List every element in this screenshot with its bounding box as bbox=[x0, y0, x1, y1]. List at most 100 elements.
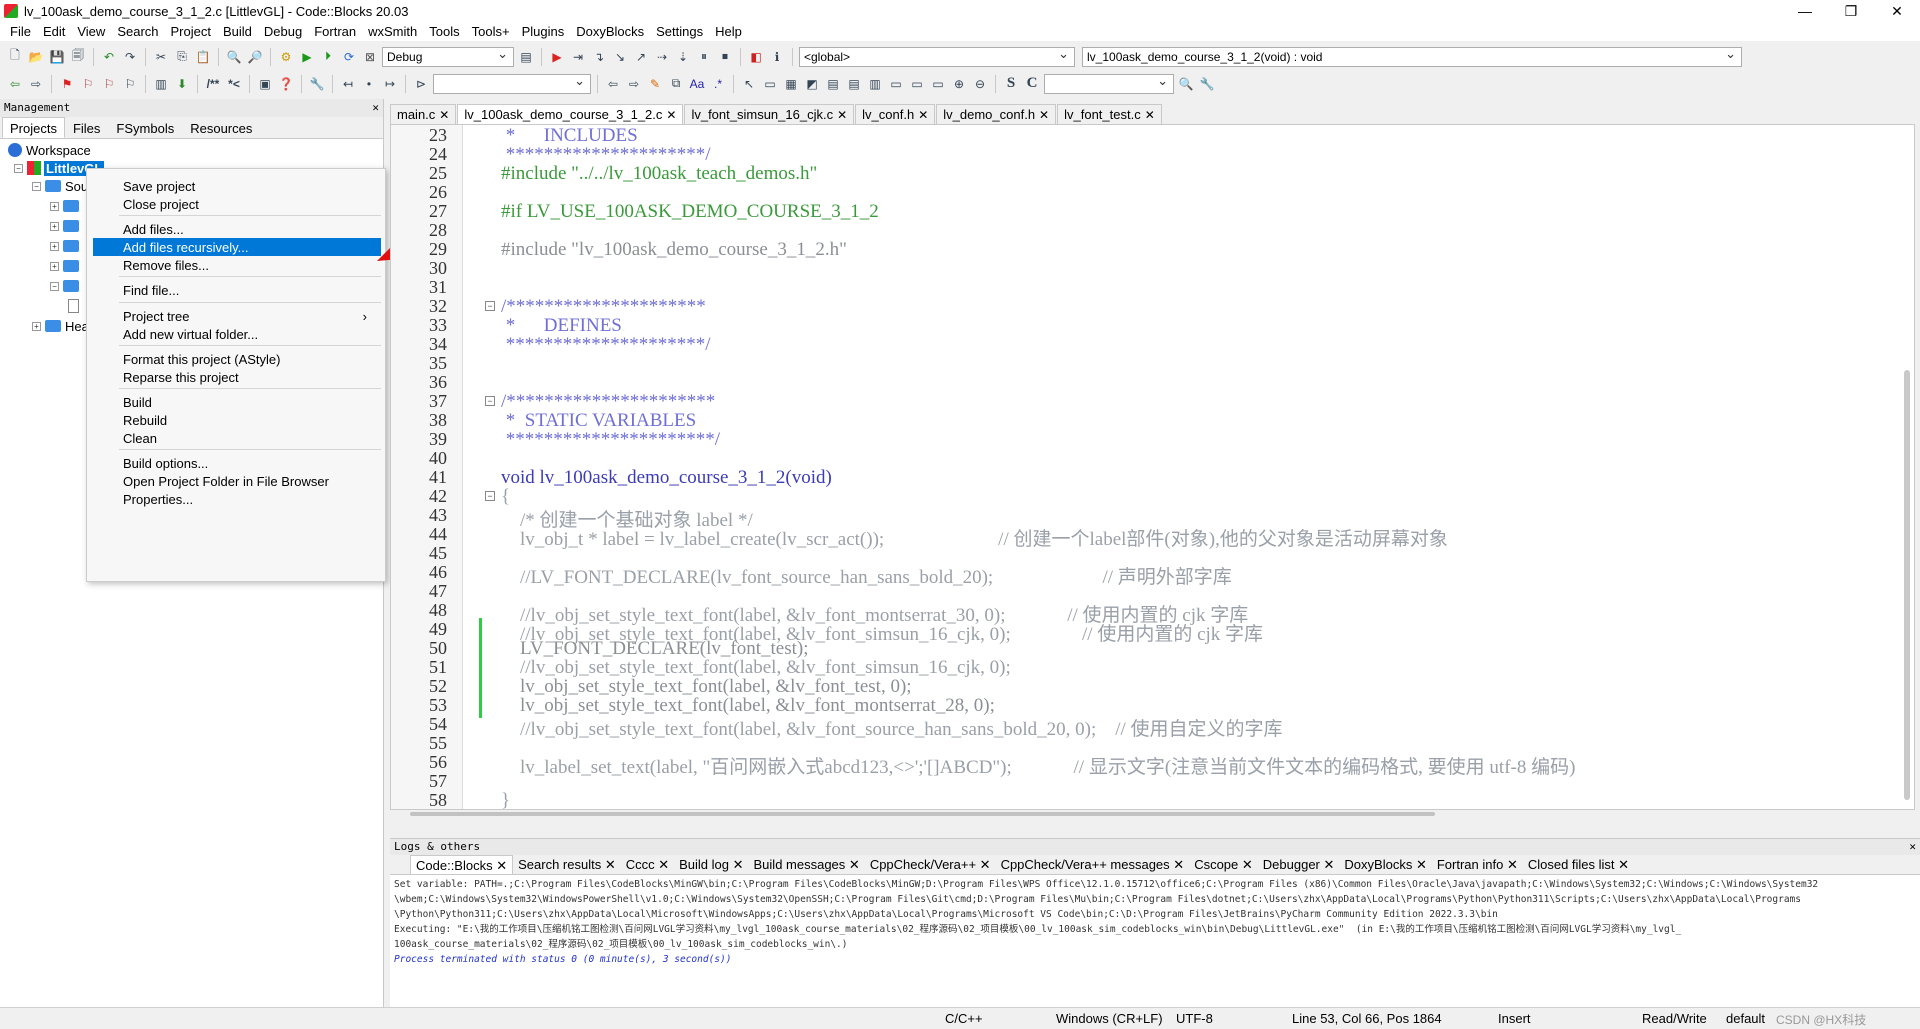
editor-tab[interactable]: lv_demo_conf.h ✕ bbox=[936, 104, 1057, 124]
line-comment-icon[interactable]: *< bbox=[225, 75, 243, 93]
editor-tab[interactable]: lv_100ask_demo_course_3_1_2.c ✕ bbox=[457, 104, 684, 124]
expand-icon[interactable]: + bbox=[50, 261, 59, 271]
logs-tab[interactable]: Closed files list ✕ bbox=[1523, 855, 1634, 874]
layout-4-icon[interactable]: ▤ bbox=[845, 75, 863, 93]
logs-tab[interactable]: Search results ✕ bbox=[513, 855, 621, 874]
doxy-extract-icon[interactable]: ⬇ bbox=[173, 75, 191, 93]
copy-icon[interactable]: ⎘ bbox=[173, 48, 191, 66]
context-menu-item[interactable]: Build bbox=[93, 393, 381, 411]
menu-edit[interactable]: Edit bbox=[37, 24, 71, 39]
workspace-node[interactable]: Workspace bbox=[8, 141, 91, 159]
clear-bookmarks-icon[interactable]: ⚐ bbox=[121, 75, 139, 93]
cut-icon[interactable]: ✂ bbox=[152, 48, 170, 66]
menu-project[interactable]: Project bbox=[165, 24, 217, 39]
symbol-s-icon[interactable]: S bbox=[1002, 75, 1020, 93]
scope-select[interactable]: <global> bbox=[799, 46, 1075, 67]
context-menu-item[interactable]: Clean bbox=[93, 429, 381, 447]
debug-windows-icon[interactable]: ◧ bbox=[747, 48, 765, 66]
code-editor[interactable]: 23 * INCLUDES 24 *********************/25… bbox=[390, 124, 1915, 810]
rebuild-icon[interactable]: ⟳ bbox=[340, 48, 358, 66]
match-case-icon[interactable]: Aa bbox=[688, 75, 706, 93]
stop-icon[interactable]: ⏹ bbox=[716, 48, 734, 66]
target-options-icon[interactable]: ▤ bbox=[517, 48, 535, 66]
fold-marker-icon[interactable]: − bbox=[485, 301, 495, 311]
open-icon[interactable]: 📂 bbox=[27, 48, 45, 66]
search-prev-icon[interactable]: ⇦ bbox=[604, 75, 622, 93]
tab-fsymbols[interactable]: FSymbols bbox=[108, 117, 182, 138]
next-instruction-icon[interactable]: ⇢ bbox=[653, 48, 671, 66]
next-bookmark-icon[interactable]: ⚐ bbox=[100, 75, 118, 93]
layout-1-icon[interactable]: ▦ bbox=[782, 75, 800, 93]
tree-folder-node[interactable]: + bbox=[50, 217, 83, 235]
collapse-icon[interactable]: − bbox=[50, 281, 59, 291]
code-settings-icon[interactable]: 🔧 bbox=[1198, 75, 1216, 93]
doxy-wizard-icon[interactable]: ▥ bbox=[152, 75, 170, 93]
highlight-icon[interactable]: ✎ bbox=[646, 75, 664, 93]
editor-vertical-scrollbar[interactable] bbox=[1904, 370, 1910, 800]
tree-file-node[interactable] bbox=[68, 297, 79, 315]
frame-icon[interactable]: ▭ bbox=[761, 75, 779, 93]
run-icon[interactable]: ▶ bbox=[298, 48, 316, 66]
menu-build[interactable]: Build bbox=[217, 24, 258, 39]
menu-help[interactable]: Help bbox=[709, 24, 748, 39]
layout-6-icon[interactable]: ▭ bbox=[887, 75, 905, 93]
context-menu-item[interactable]: Project tree › bbox=[93, 307, 381, 325]
menu-view[interactable]: View bbox=[71, 24, 111, 39]
menu-plugins[interactable]: Plugins bbox=[516, 24, 571, 39]
menu-debug[interactable]: Debug bbox=[258, 24, 308, 39]
editor-tab[interactable]: lv_font_simsun_16_cjk.c ✕ bbox=[684, 104, 855, 124]
dot-icon[interactable]: • bbox=[360, 75, 378, 93]
context-menu-item[interactable]: Build options... bbox=[93, 454, 381, 472]
minimize-button[interactable]: — bbox=[1782, 0, 1828, 22]
step-instruction-icon[interactable]: ⇣ bbox=[674, 48, 692, 66]
selected-text-only-icon[interactable]: ⧉ bbox=[667, 75, 685, 93]
expand-icon[interactable]: + bbox=[50, 201, 59, 211]
abort-icon[interactable]: ⊠ bbox=[361, 48, 379, 66]
jump-forward-icon[interactable]: ⇨ bbox=[27, 75, 45, 93]
editor-tab[interactable]: lv_conf.h ✕ bbox=[855, 104, 936, 124]
build-gear-icon[interactable]: ⚙ bbox=[277, 48, 295, 66]
layout-2-icon[interactable]: ◩ bbox=[803, 75, 821, 93]
context-menu-item[interactable]: Rebuild bbox=[93, 411, 381, 429]
debug-run-icon[interactable]: ▶ bbox=[548, 48, 566, 66]
html-docs-icon[interactable]: ▣ bbox=[256, 75, 274, 93]
build-and-run-icon[interactable]: ⏵ bbox=[319, 48, 337, 66]
maximize-button[interactable]: ❐ bbox=[1828, 0, 1874, 22]
context-menu-item[interactable]: Add new virtual folder... bbox=[93, 325, 381, 343]
debug-info-icon[interactable]: ℹ bbox=[768, 48, 786, 66]
next-line-icon[interactable]: ↴ bbox=[590, 48, 608, 66]
fold-marker-icon[interactable]: − bbox=[485, 396, 495, 406]
close-tab-icon[interactable]: ✕ bbox=[837, 108, 847, 122]
menu-fortran[interactable]: Fortran bbox=[308, 24, 362, 39]
context-menu-item[interactable]: Open Project Folder in File Browser bbox=[93, 472, 381, 490]
menu-search[interactable]: Search bbox=[111, 24, 164, 39]
close-tab-icon[interactable]: ✕ bbox=[1145, 108, 1155, 122]
step-back-icon[interactable]: ↤ bbox=[339, 75, 357, 93]
tab-files[interactable]: Files bbox=[65, 117, 108, 138]
context-menu-item[interactable]: Add files... bbox=[93, 220, 381, 238]
zoom-in-icon[interactable]: ⊕ bbox=[950, 75, 968, 93]
editor-horizontal-scrollbar[interactable] bbox=[410, 812, 1435, 816]
collapse-icon[interactable]: − bbox=[14, 163, 23, 173]
chm-docs-icon[interactable]: ❓ bbox=[277, 75, 295, 93]
close-tab-icon[interactable]: ✕ bbox=[666, 108, 676, 122]
logs-tab[interactable]: CppCheck/Vera++ messages ✕ bbox=[996, 855, 1190, 874]
context-menu-item[interactable]: Save project bbox=[93, 177, 381, 195]
build-target-select[interactable]: Debug bbox=[382, 46, 514, 67]
save-icon[interactable]: 💾 bbox=[48, 48, 66, 66]
find-icon[interactable]: 🔍 bbox=[225, 48, 243, 66]
step-out-icon[interactable]: ↗ bbox=[632, 48, 650, 66]
menu-file[interactable]: File bbox=[4, 24, 37, 39]
zoom-out-icon[interactable]: ⊖ bbox=[971, 75, 989, 93]
layout-7-icon[interactable]: ▭ bbox=[908, 75, 926, 93]
fold-marker-icon[interactable]: − bbox=[485, 491, 495, 501]
block-comment-icon[interactable]: /** bbox=[204, 75, 222, 93]
context-menu-item[interactable]: Format this project (AStyle) bbox=[93, 350, 381, 368]
editor-tab[interactable]: main.c ✕ bbox=[390, 104, 457, 124]
logs-tab[interactable]: Build log ✕ bbox=[674, 855, 748, 874]
menu-settings[interactable]: Settings bbox=[650, 24, 709, 39]
undo-icon[interactable]: ↶ bbox=[100, 48, 118, 66]
redo-icon[interactable]: ↷ bbox=[121, 48, 139, 66]
pause-icon[interactable]: ⏸ bbox=[695, 48, 713, 66]
expand-icon[interactable]: + bbox=[32, 321, 41, 331]
